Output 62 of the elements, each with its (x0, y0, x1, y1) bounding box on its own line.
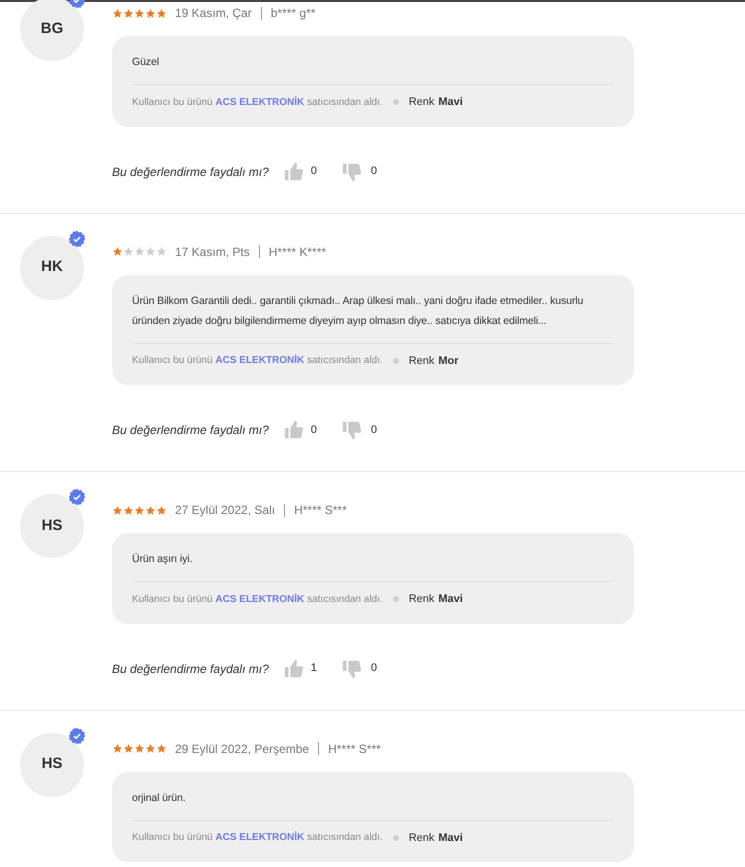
helpful-question: Bu değerlendirme faydalı mı? (112, 660, 269, 678)
dot-separator (392, 834, 399, 841)
star-icon (134, 8, 145, 18)
helpful-question: Bu değerlendirme faydalı mı? (112, 164, 269, 180)
star-icon (123, 8, 134, 18)
attribute-value: Mavi (438, 592, 463, 607)
dislike-button[interactable]: 0 (340, 160, 377, 182)
attribute-label: Renk (408, 830, 434, 846)
dot-separator (392, 99, 399, 106)
attribute-value: Mor (438, 354, 459, 368)
thumbs-up-icon (282, 419, 305, 441)
review-text: Ürün aşırı iyi. (132, 549, 614, 582)
review-text: Ürün Bilkom Garantili dedi.. garantili çıkmadı.. Arap ülkesi malı.. yani doğru ifade etmediler.. kusurlu üründen ziyade doğru bilgilendirmeme diyeyim ayıp olmasın diye.. satıcıya dikkat edilmeli... (132, 290, 614, 344)
star-icon (123, 504, 134, 516)
star-icon (123, 246, 134, 257)
star-icon (156, 8, 167, 18)
attribute-label: Renk (408, 354, 434, 368)
attribute-label: Renk (408, 592, 434, 607)
star-icon (156, 743, 167, 754)
star-icon (145, 504, 156, 516)
helpful-question: Bu değerlendirme faydalı mı? (112, 422, 269, 439)
star-icon (156, 246, 167, 257)
star-icon (156, 504, 167, 516)
star-icon (112, 8, 123, 18)
purchase-note: Kullanıcı bu ürünü ACS ELEKTRONİK satıcısından aldı. (132, 353, 383, 368)
purchase-note: Kullanıcı bu ürünü ACS ELEKTRONİK satıcısından aldı. (132, 830, 383, 846)
star-icon (134, 504, 145, 516)
star-icon (145, 8, 156, 18)
review-text: Güzel (132, 52, 614, 85)
review-date: 19 Kasım, Çar (175, 5, 252, 22)
attribute-value: Mavi (438, 830, 463, 846)
review-text: orjinal ürün. (132, 788, 614, 820)
attribute-value: Mavi (438, 95, 463, 110)
review-date: 17 Kasım, Pts (175, 244, 250, 260)
thumbs-up-icon (282, 160, 305, 182)
star-icon (134, 743, 145, 754)
review-date: 29 Eylül 2022, Perşembe (175, 740, 310, 758)
thumbs-down-icon (340, 419, 363, 441)
dot-separator (392, 596, 399, 602)
star-icon (145, 246, 156, 257)
star-icon (112, 246, 123, 257)
reviewer-name: b**** g** (270, 5, 316, 22)
thumbs-up-icon (282, 658, 305, 680)
dislike-button[interactable]: 0 (340, 419, 377, 441)
dislike-button[interactable]: 0 (340, 658, 377, 680)
star-icon (123, 743, 134, 754)
star-icon (134, 246, 145, 257)
reviewer-name: H**** S*** (294, 502, 347, 519)
reviewer-name: H**** K**** (268, 244, 326, 260)
like-button[interactable]: 0 (282, 160, 317, 182)
purchase-note: Kullanıcı bu ürünü ACS ELEKTRONİK satıcısından aldı. (132, 95, 383, 110)
star-icon (112, 504, 123, 516)
avatar: BG (20, 0, 84, 61)
like-button[interactable]: 0 (282, 419, 317, 441)
star-icon (112, 743, 123, 754)
reviewer-name: H**** S*** (328, 740, 381, 758)
attribute-label: Renk (408, 95, 434, 110)
dot-separator (392, 358, 399, 364)
like-button[interactable]: 1 (282, 658, 317, 680)
review-date: 27 Eylül 2022, Salı (175, 502, 276, 519)
purchase-note: Kullanıcı bu ürünü ACS ELEKTRONİK satıcısından aldı. (132, 592, 383, 607)
star-icon (145, 743, 156, 754)
